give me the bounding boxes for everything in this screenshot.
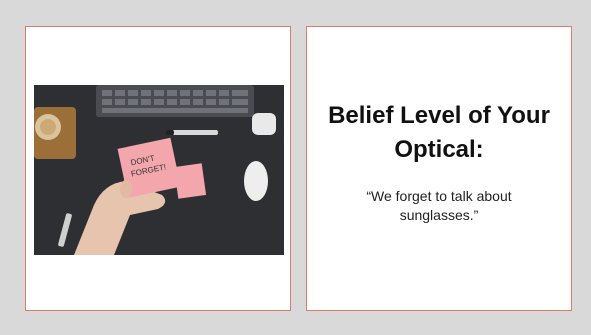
mouse-image xyxy=(244,161,268,201)
slide-title: Belief Level of Your Optical: xyxy=(328,102,550,163)
image-panel: DON'T FORGET! xyxy=(25,26,291,311)
desk-photo: DON'T FORGET! xyxy=(34,85,284,255)
earbuds-image xyxy=(252,113,276,135)
keyboard-image xyxy=(96,85,254,117)
pen-image xyxy=(166,130,218,135)
slide-quote: “We forget to talk about sunglasses.” xyxy=(366,188,512,223)
text-panel: Belief Level of Your Optical: “We forget… xyxy=(306,26,572,311)
cup-image xyxy=(34,107,76,159)
thumb-image xyxy=(120,180,132,198)
